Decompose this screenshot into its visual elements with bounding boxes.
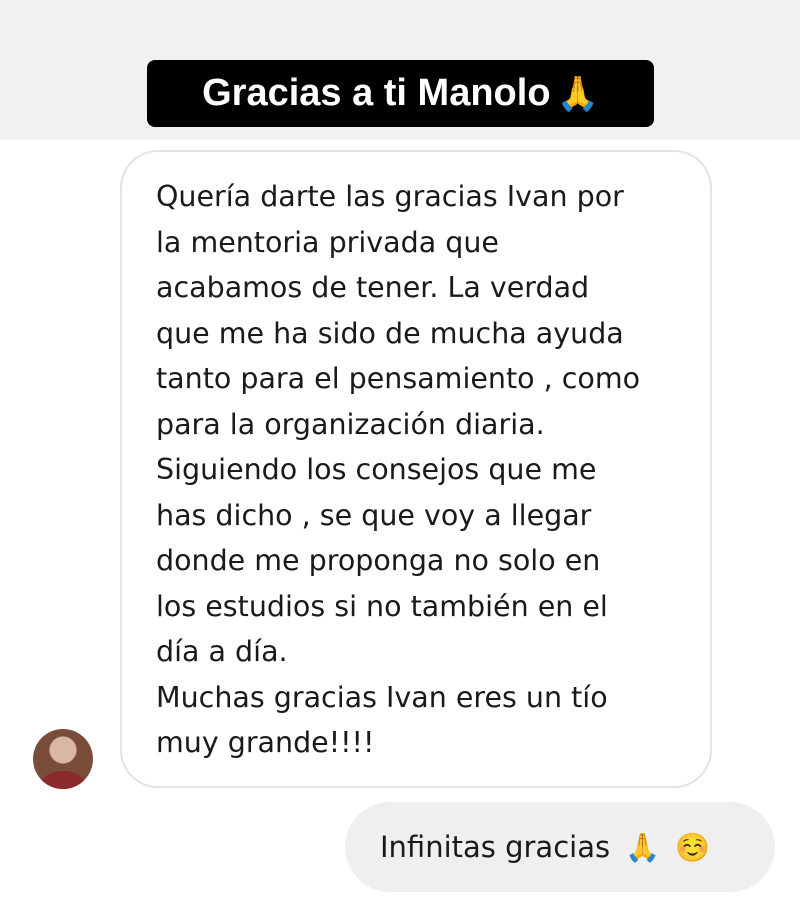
- sent-message-text: Infinitas gracias: [380, 830, 611, 864]
- sender-avatar[interactable]: [33, 729, 93, 789]
- sent-message-bubble[interactable]: Infinitas gracias 🙏 ☺️: [345, 802, 775, 892]
- praying-hands-icon: 🙏: [625, 831, 661, 864]
- caption-text: Gracias a ti Manolo: [202, 72, 551, 114]
- story-caption: Gracias a ti Manolo 🙏: [147, 60, 654, 127]
- avatar-figure: [41, 771, 85, 789]
- received-message-text: Quería darte las gracias Ivan por la men…: [156, 180, 641, 759]
- praying-hands-icon: 🙏: [556, 75, 599, 113]
- received-message-bubble[interactable]: Quería darte las gracias Ivan por la men…: [120, 150, 712, 788]
- smiling-face-icon: ☺️: [675, 831, 711, 864]
